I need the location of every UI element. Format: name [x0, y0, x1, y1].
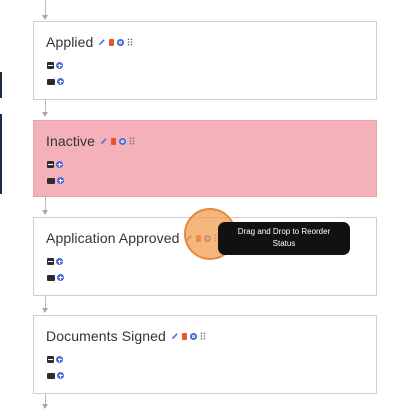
pencil-icon[interactable]: [98, 38, 106, 46]
document-row: [47, 354, 64, 365]
document-icon: [47, 258, 54, 265]
connector-arrow: [42, 15, 48, 20]
action-rows: [47, 159, 64, 191]
connector-arrow: [42, 308, 48, 313]
document-row: [47, 256, 64, 267]
email-icon: [47, 78, 55, 85]
reorder-tooltip: Drag and Drop to Reorder Status: [218, 222, 350, 255]
action-rows: [47, 354, 64, 386]
status-title: Documents Signed: [46, 328, 166, 344]
status-card-applied: Applied: [33, 21, 377, 100]
add-email-icon[interactable]: [57, 372, 64, 379]
drag-handle-icon[interactable]: [127, 38, 133, 46]
add-document-icon[interactable]: [56, 356, 63, 363]
action-rows: [47, 256, 64, 288]
document-row: [47, 159, 64, 170]
left-edge-bar: [0, 72, 2, 98]
drag-handle-icon[interactable]: [200, 332, 206, 340]
email-row: [47, 272, 64, 283]
trash-icon[interactable]: [111, 137, 117, 145]
status-title: Applied: [46, 34, 94, 50]
connector-arrow: [42, 112, 48, 117]
trash-icon[interactable]: [109, 38, 115, 46]
add-document-icon[interactable]: [56, 258, 63, 265]
email-icon: [47, 177, 55, 184]
email-icon: [47, 372, 55, 379]
status-title: Application Approved: [46, 230, 180, 246]
add-email-icon[interactable]: [57, 177, 64, 184]
connector-line: [45, 197, 46, 211]
pencil-icon[interactable]: [171, 332, 179, 340]
left-edge-bar: [0, 114, 2, 194]
add-document-icon[interactable]: [56, 62, 63, 69]
status-header: Applied: [46, 34, 133, 50]
connector-arrow: [42, 210, 48, 215]
connector-arrow: [42, 404, 48, 409]
email-row: [47, 175, 64, 186]
action-rows: [47, 60, 64, 92]
document-icon: [47, 161, 54, 168]
connector-line: [45, 0, 46, 15]
gear-icon[interactable]: [117, 38, 125, 46]
status-card-inactive: Inactive: [33, 120, 377, 197]
email-row: [47, 76, 64, 87]
add-document-icon[interactable]: [56, 161, 63, 168]
trash-icon[interactable]: [181, 332, 187, 340]
status-card-documents-signed: Documents Signed: [33, 315, 377, 394]
email-row: [47, 370, 64, 381]
pencil-icon[interactable]: [100, 137, 108, 145]
status-title: Inactive: [46, 133, 96, 149]
document-icon: [47, 62, 54, 69]
gear-icon[interactable]: [189, 332, 197, 340]
status-header: Documents Signed: [46, 328, 206, 344]
add-email-icon[interactable]: [57, 274, 64, 281]
gear-icon[interactable]: [119, 137, 127, 145]
email-icon: [47, 274, 55, 281]
status-header: Inactive: [46, 133, 135, 149]
add-email-icon[interactable]: [57, 78, 64, 85]
document-icon: [47, 356, 54, 363]
document-row: [47, 60, 64, 71]
tooltip-text: Drag and Drop to Reorder: [237, 227, 331, 236]
tooltip-text: Status: [272, 239, 296, 248]
drag-handle-icon[interactable]: [129, 137, 135, 145]
